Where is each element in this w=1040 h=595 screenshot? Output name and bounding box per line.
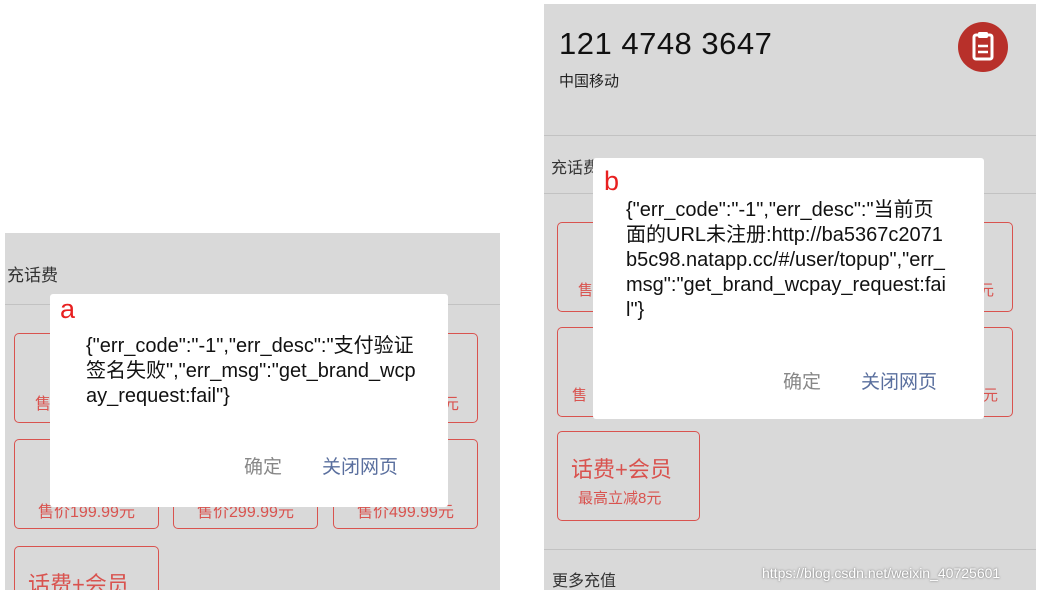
section-divider: [544, 549, 1036, 550]
card-price-fragment: 售: [578, 282, 594, 299]
combo-title: 话费+会员: [28, 572, 129, 590]
phone-number: 121 4748 3647: [559, 26, 773, 61]
combo-card[interactable]: 话费+会员 最高立减8元: [557, 431, 700, 521]
orders-button[interactable]: [958, 22, 1008, 72]
card-price-fragment: 售: [35, 396, 52, 413]
error-dialog: b {"err_code":"-1","err_desc":"当前页面的URL未…: [593, 158, 984, 419]
screenshot-a: 充话费 售 元 售价199.99元 售价299.99元 售价499.99元 话费…: [5, 233, 500, 590]
panel-label: a: [60, 294, 76, 324]
card-price-fragment: 元: [982, 387, 998, 404]
error-dialog: a {"err_code":"-1","err_desc":"支付验证签名失败"…: [50, 294, 448, 507]
source-watermark: https://blog.csdn.net/weixin_40725601: [762, 565, 1001, 581]
dialog-message: {"err_code":"-1","err_desc":"当前页面的URL未注册…: [626, 199, 946, 321]
confirm-button[interactable]: 确定: [783, 367, 821, 394]
section-title: 充话费: [7, 266, 58, 285]
combo-title: 话费+会员: [571, 457, 672, 482]
close-page-button[interactable]: 关闭网页: [322, 452, 398, 479]
combo-subtitle: 最高立减8元: [578, 490, 662, 507]
confirm-button[interactable]: 确定: [244, 452, 282, 479]
combo-card[interactable]: 话费+会员: [14, 546, 159, 590]
clipboard-icon: [972, 32, 994, 61]
panel-label: b: [604, 166, 620, 196]
section-title: 充话费: [551, 160, 600, 177]
screenshot-b: 121 4748 3647 中国移动 充话费 售 元 售 元 话费+会员 最高立…: [544, 4, 1036, 590]
close-page-button[interactable]: 关闭网页: [861, 367, 937, 394]
carrier-name: 中国移动: [559, 73, 620, 90]
card-price-fragment: 售: [572, 387, 588, 404]
more-topup-title: 更多充值: [552, 573, 617, 590]
dialog-message: {"err_code":"-1","err_desc":"支付验证签名失败","…: [86, 335, 416, 407]
